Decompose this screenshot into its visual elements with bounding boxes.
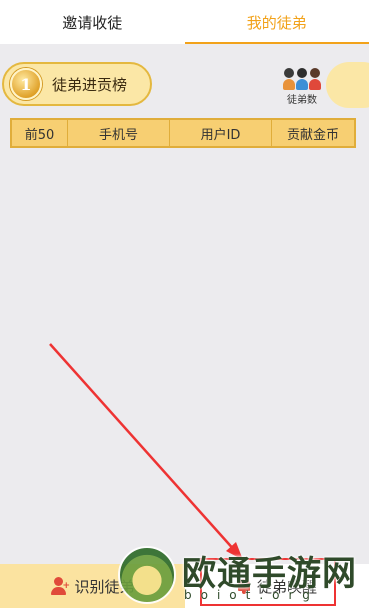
watermark-subtext: boiot.org [184, 588, 319, 602]
medal-number: 1 [20, 74, 32, 94]
top-tab-bar: 邀请收徒 我的徒弟 [0, 0, 369, 44]
tab-my-apprentices[interactable]: 我的徒弟 [184, 0, 369, 44]
tab-label: 邀请收徒 [62, 13, 123, 32]
column-header-phone: 手机号 [68, 120, 170, 146]
people-icon [283, 66, 321, 90]
medal-icon: 1 [10, 68, 42, 100]
column-header-user-id: 用户ID [170, 120, 272, 146]
ranking-table-header: 前50 手机号 用户ID 贡献金币 [10, 118, 356, 148]
tab-invite-apprentice[interactable]: 邀请收徒 [0, 0, 185, 44]
column-header-top50: 前50 [12, 120, 68, 146]
apprentice-tribute-ranking-badge[interactable]: 1 徒弟进贡榜 [2, 62, 152, 106]
apprentice-count-button[interactable]: 徒弟数 [282, 66, 322, 106]
column-header-contributed-coins: 贡献金币 [286, 127, 339, 143]
apprentice-count-label: 徒弟数 [287, 95, 317, 106]
tab-label: 我的徒弟 [246, 13, 307, 32]
ranking-title: 徒弟进贡榜 [52, 75, 128, 94]
add-user-icon: + [50, 577, 70, 595]
right-side-pill[interactable] [326, 62, 369, 108]
watermark-logo-icon [118, 546, 176, 604]
